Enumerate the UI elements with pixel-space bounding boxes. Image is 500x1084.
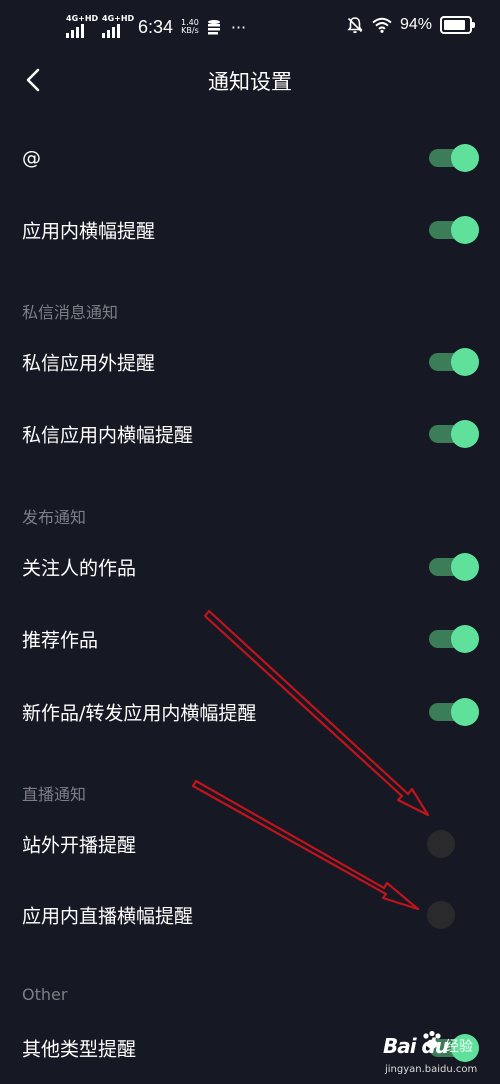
setting-label: 应用内横幅提醒 <box>22 220 156 243</box>
setting-label: 其他类型提醒 <box>22 1038 137 1061</box>
setting-label: 站外开播提醒 <box>22 834 137 857</box>
setting-label: 推荐作品 <box>22 629 99 652</box>
setting-row-new-works-banner[interactable]: 新作品/转发应用内横幅提醒 <box>0 682 500 742</box>
wifi-icon <box>372 17 392 33</box>
paw-icon <box>423 1030 441 1049</box>
setting-label: 应用内直播横幅提醒 <box>22 905 194 928</box>
setting-row-dm-outside[interactable]: 私信应用外提醒 <box>0 332 500 392</box>
signal-bars-icon <box>66 24 84 38</box>
setting-label: 私信应用外提醒 <box>22 352 156 375</box>
data-saver-icon <box>207 20 220 35</box>
setting-label: @ <box>22 147 41 169</box>
section-header-live: 直播通知 <box>22 785 87 804</box>
status-bar: 4G+HD 4G+HD 6:34 1.40 KB/s ··· 94% <box>0 0 500 56</box>
speed-unit: KB/s <box>181 26 199 35</box>
more-indicator: ··· <box>230 17 247 37</box>
battery-percent: 94% <box>399 16 432 33</box>
setting-row-live-outside[interactable]: 站外开播提醒 <box>0 814 500 874</box>
mute-bell-icon <box>347 17 363 34</box>
status-right: 94% <box>346 16 475 34</box>
setting-label: 新作品/转发应用内横幅提醒 <box>22 702 257 725</box>
toggle-switch[interactable] <box>427 215 479 245</box>
battery-icon <box>440 16 475 34</box>
section-header-other: Other <box>22 985 68 1004</box>
baidu-watermark: Bai du 经验 jingyan.baidu.com <box>383 1030 495 1082</box>
toggle-switch[interactable] <box>427 829 479 859</box>
setting-label: 关注人的作品 <box>22 557 137 580</box>
watermark-brand: 经验 <box>445 1039 473 1055</box>
network-label-1: 4G+HD <box>66 14 99 23</box>
section-header-dm: 私信消息通知 <box>22 303 119 322</box>
toggle-switch[interactable] <box>427 624 479 654</box>
watermark-url: jingyan.baidu.com <box>385 1064 478 1075</box>
toggle-switch[interactable] <box>427 552 479 582</box>
status-left: 4G+HD 4G+HD 6:34 1.40 KB/s ··· <box>66 14 247 38</box>
network-speed: 1.40 KB/s <box>181 19 199 35</box>
toggle-switch[interactable] <box>427 697 479 727</box>
setting-row-in-app-banner[interactable]: 应用内横幅提醒 <box>0 200 500 260</box>
setting-row-live-in-app[interactable]: 应用内直播横幅提醒 <box>0 885 500 945</box>
nav-header: 通知设置 <box>0 56 500 106</box>
toggle-switch[interactable] <box>427 143 479 173</box>
toggle-switch[interactable] <box>427 347 479 377</box>
setting-label: 私信应用内横幅提醒 <box>22 424 194 447</box>
setting-row-at[interactable]: @ <box>0 128 500 188</box>
section-header-publish: 发布通知 <box>22 508 87 527</box>
signal-bars-icon <box>102 24 120 38</box>
network-label-2: 4G+HD <box>102 14 135 23</box>
page-title: 通知设置 <box>208 70 292 94</box>
clock: 6:34 <box>138 16 174 37</box>
network-indicator-1: 4G+HD <box>66 14 98 38</box>
setting-row-followed-works[interactable]: 关注人的作品 <box>0 537 500 597</box>
network-indicator-2: 4G+HD <box>102 14 134 38</box>
toggle-switch[interactable] <box>427 900 479 930</box>
setting-row-dm-in-app[interactable]: 私信应用内横幅提醒 <box>0 404 500 464</box>
toggle-switch[interactable] <box>427 419 479 449</box>
setting-row-recommended-works[interactable]: 推荐作品 <box>0 609 500 669</box>
